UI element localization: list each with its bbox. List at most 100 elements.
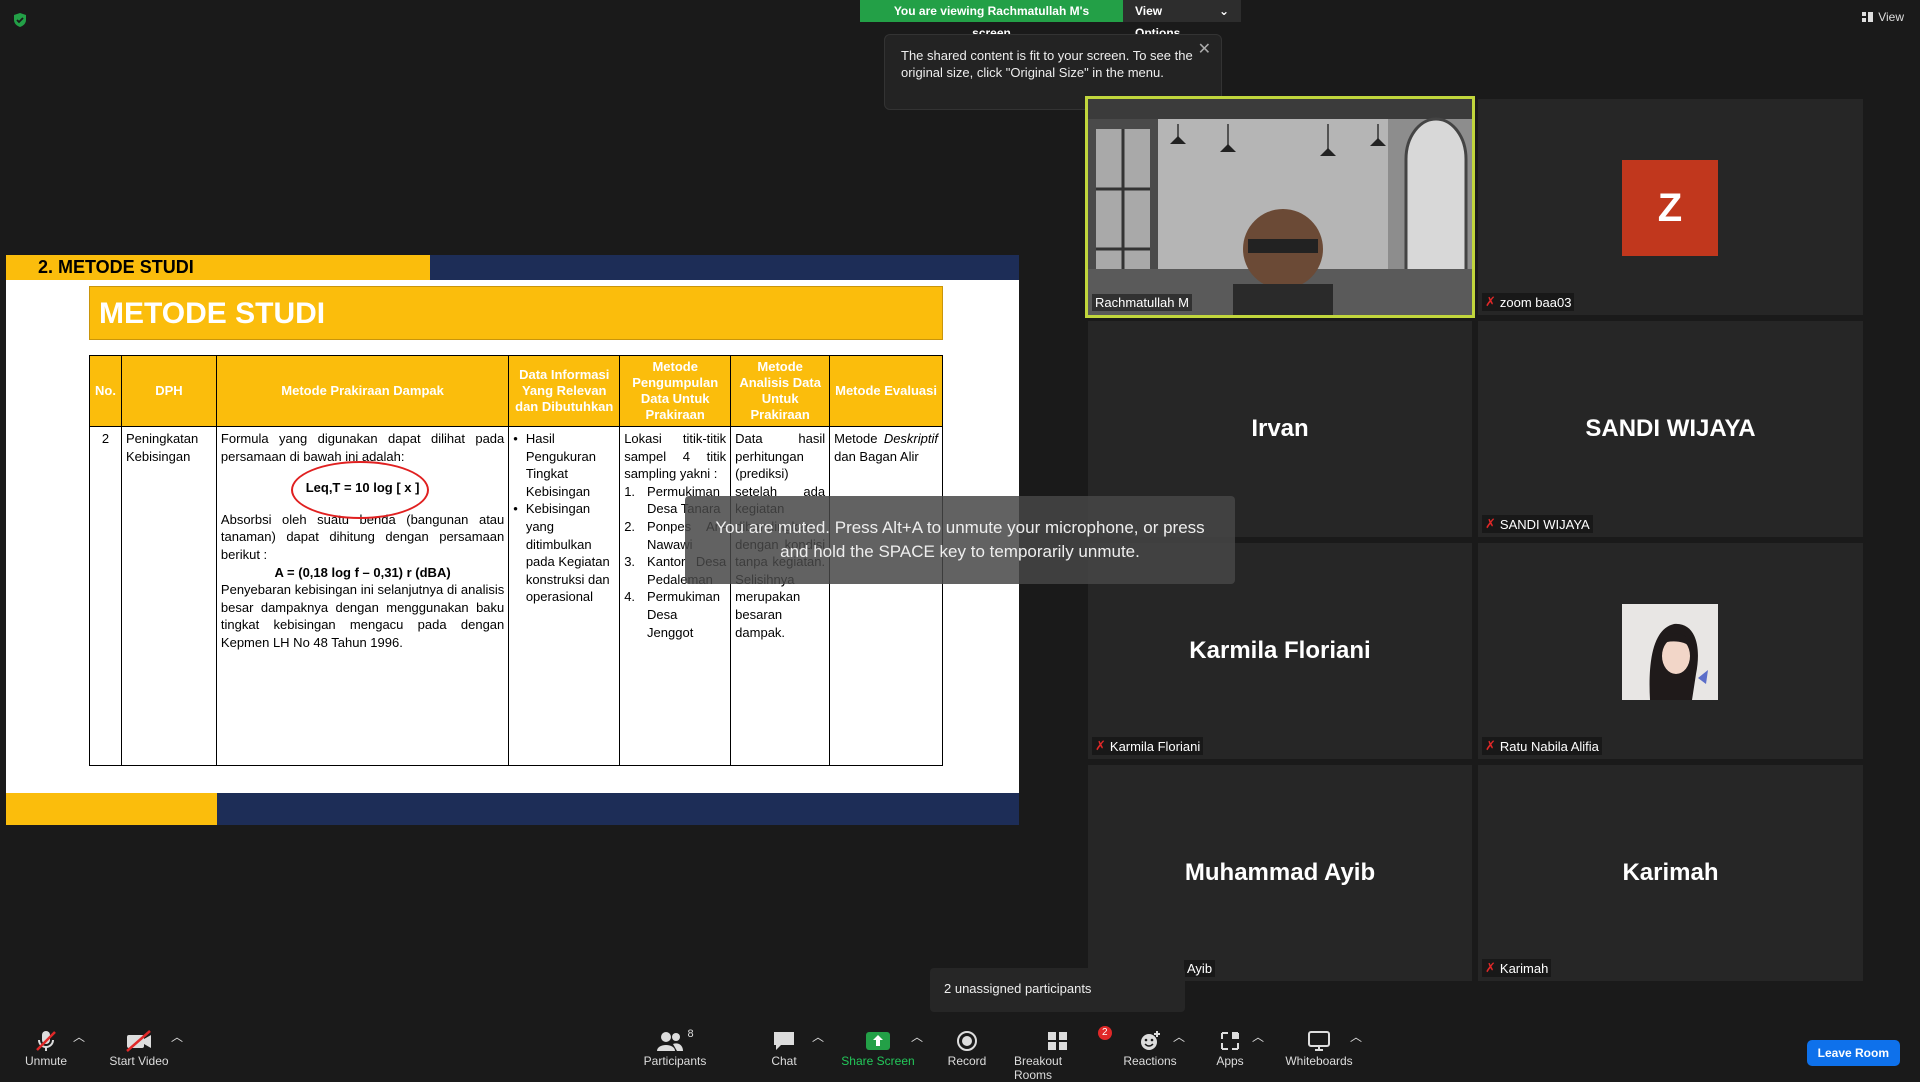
cell-analisis: Data hasil perhitungan (prediksi) setela… [730,426,831,766]
reactions-icon [1141,1031,1160,1050]
video-tile-rachmatullah[interactable]: Rachmatullah M [1085,96,1475,318]
share-screen-button[interactable]: Share Screen [840,1028,916,1068]
participants-label: Participants [643,1054,707,1068]
breakout-rooms-label: Breakout Rooms [1014,1054,1063,1082]
video-off-icon [126,1030,151,1052]
start-video-button[interactable]: Start Video [108,1028,170,1068]
view-options-label: View Options [1135,4,1181,40]
participant-display-name: SANDI WIJAYA [1585,415,1756,442]
column-header: Metode Analisis Data Untuk Prakiraan [730,355,831,427]
muted-mic-icon: ✗ [1485,738,1496,753]
table-row: 2 Peningkatan Kebisingan Formula yang di… [89,426,943,766]
grid-view-icon [1862,12,1874,22]
slide-title: METODE STUDI [99,297,326,330]
tooltip-text: The shared content is fit to your screen… [901,48,1193,80]
webcam-video [1088,99,1472,315]
video-tile-zoom-baa03[interactable]: Z ✗ zoom baa03 [1478,99,1863,315]
unassigned-participants-popup[interactable]: 2 unassigned participants [930,968,1185,1012]
absorbsi-text: Absorbsi oleh suatu benda (bangunan atau… [220,511,505,562]
whiteboards-button[interactable]: Whiteboards [1282,1028,1356,1068]
cell-prakiraan: Formula yang digunakan dapat dilihat pad… [215,426,510,766]
whiteboard-icon [1308,1031,1330,1051]
apps-icon [1221,1032,1239,1050]
tile-name-label: ✗ SANDI WIJAYA [1482,515,1593,533]
prakiraan-intro: Formula yang digunakan dapat dilihat pad… [220,431,505,464]
view-options-button[interactable]: View Options ⌄ [1123,0,1241,40]
slide-bottom-bar [6,793,1019,825]
participants-count: 8 [687,1028,694,1040]
leave-room-button[interactable]: Leave Room [1806,1040,1900,1066]
avatar: Z [1622,160,1718,256]
tile-name-label: Rachmatullah M [1092,294,1192,311]
viewing-banner: You are viewing Rachmatullah M's screen … [860,0,1241,40]
chat-button[interactable]: Chat [768,1028,800,1068]
muted-mic-icon: ✗ [1485,516,1496,531]
muted-notification: You are muted. Press Alt+A to unmute you… [685,496,1235,584]
cell-dph: Peningkatan Kebisingan [120,426,217,766]
participant-display-name: Muhammad Ayib [1184,859,1376,886]
column-header: DPH [120,355,217,427]
penyebaran-text: Penyebaran kebisingan ini selanjutnya di… [220,582,505,650]
record-label: Record [947,1054,987,1068]
participant-display-name: Karimah [1622,859,1719,886]
unmute-label: Unmute [24,1054,68,1068]
column-header: No. [89,355,122,427]
participants-icon [657,1032,684,1051]
close-icon[interactable]: ✕ [1198,41,1211,58]
chat-icon [774,1032,794,1050]
reactions-options-caret[interactable]: ︿ [1173,1028,1185,1045]
video-tile-sandi-wijaya[interactable]: SANDI WIJAYA ✗ SANDI WIJAYA [1478,321,1863,537]
share-screen-label: Share Screen [841,1054,915,1068]
cell-data-info: • Hasil Pengukuran Tingkat Kebisingan • Ke… [508,426,621,766]
apps-label: Apps [1216,1054,1244,1068]
tile-name-label: ✗ zoom baa03 [1482,293,1575,311]
unmute-button[interactable]: Unmute [22,1028,70,1068]
muted-mic-icon [36,1031,56,1051]
slide-top-bar: 2. METODE STUDI [6,255,1019,280]
video-tile-muhammad-ayib[interactable]: Muhammad Ayib Ayib [1088,765,1472,981]
record-icon [957,1031,977,1051]
formula-absorbsi: A = (0,18 log f – 0,31) r (dBA) [274,564,451,580]
share-options-caret[interactable]: ︿ [911,1028,923,1045]
muted-mic-icon: ✗ [1095,738,1106,753]
video-tile-ratu-nabila-alifia[interactable]: ✗ Ratu Nabila Alifia [1478,543,1863,759]
pengumpulan-intro: Lokasi titik-titik sampel 4 titik sampli… [624,431,727,482]
slide-title-box: METODE STUDI [89,286,943,340]
video-tile-karimah[interactable]: Karimah ✗ Karimah [1478,765,1863,981]
chevron-down-icon: ⌄ [1218,4,1229,18]
list-item: • Hasil Pengukuran Tingkat Kebisingan [513,431,596,499]
slide-section-header: 2. METODE STUDI [38,257,194,277]
chat-options-caret[interactable]: ︿ [812,1028,824,1045]
column-header: Metode Evaluasi [829,355,943,427]
list-item: 4. Permukiman Desa Jenggot [624,589,721,640]
chat-label: Chat [771,1054,797,1068]
video-options-caret[interactable]: ︿ [171,1028,183,1045]
audio-options-caret[interactable]: ︿ [73,1028,85,1045]
tile-name-label: ✗ Karimah [1482,959,1552,977]
apps-options-caret[interactable]: ︿ [1252,1028,1264,1045]
whiteboards-options-caret[interactable]: ︿ [1350,1028,1362,1045]
whiteboards-label: Whiteboards [1285,1054,1353,1068]
record-button[interactable]: Record [946,1028,988,1068]
formula-leq: Leq,T = 10 log [ x ] [221,461,504,520]
tile-name-label: Ayib [1184,960,1216,977]
cell-no: 2 [89,426,122,766]
security-shield-icon[interactable] [12,12,28,28]
share-screen-icon [866,1032,890,1050]
reactions-button[interactable]: Reactions [1123,1028,1177,1068]
cell-evaluasi: Metode Deskriptif dan Bagan Alir [829,426,943,766]
breakout-rooms-button[interactable]: 2 Breakout Rooms [1014,1026,1112,1082]
tile-name-label: ✗ Karmila Floriani [1092,737,1204,755]
column-header: Metode Prakiraan Dampak [215,355,510,427]
view-button[interactable]: View [1862,10,1904,24]
start-video-label: Start Video [109,1054,169,1068]
avatar [1622,604,1718,700]
muted-mic-icon: ✗ [1485,294,1496,309]
apps-button[interactable]: Apps [1214,1028,1246,1068]
participants-button[interactable]: 8 Participants [640,1028,710,1068]
breakout-badge: 2 [1098,1026,1112,1040]
reactions-label: Reactions [1123,1054,1177,1068]
handwritten-circle [290,461,429,520]
cell-pengumpulan: Lokasi titik-titik sampel 4 titik sampli… [619,426,732,766]
breakout-rooms-icon [1048,1032,1067,1050]
